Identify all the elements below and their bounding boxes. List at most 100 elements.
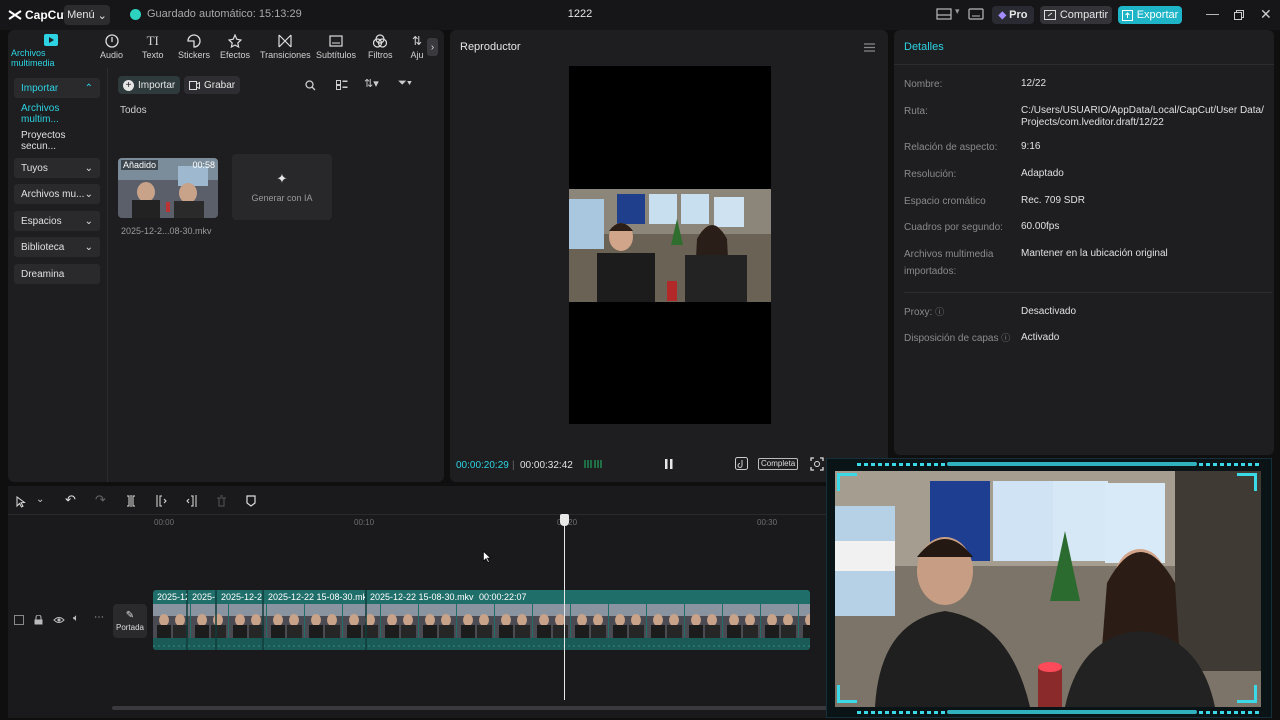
sort-icon[interactable]: ⇅▾ [364,77,379,90]
thumb-duration: 00:58 [192,160,215,170]
filter-icon[interactable]: ⏷▾ [398,77,412,90]
volume-icon[interactable]: 🔈︎ [73,613,79,624]
minimize-icon[interactable]: — [1206,6,1219,21]
time-separator: | [512,460,515,471]
lock-icon[interactable] [34,615,43,625]
app-logo: CapCut [8,8,68,22]
track-collapse-icon[interactable] [14,615,24,625]
grid-view-icon[interactable] [336,80,348,90]
adjust-icon: ⇅ [411,34,423,48]
details-value-colorspace: Rec. 709 SDR [1021,195,1085,206]
export-button[interactable]: Exportar [1118,6,1182,24]
eye-icon[interactable] [53,615,65,625]
tab-text[interactable]: TI Texto [142,34,164,61]
details-value-path: C:/Users/USUARIO/AppData/Local/CapCut/Us… [1021,105,1264,116]
chevron-down-icon: ⌄ [84,162,93,174]
details-value-fps: 60.00fps [1021,221,1060,232]
fullscreen-ratio-button[interactable]: Completa [758,458,799,470]
media-icon [44,34,58,46]
export-label: Exportar [1136,9,1179,21]
tab-label: Filtros [368,50,393,60]
details-label-layers: Disposición de capas ⓘ [904,330,1010,347]
cursor-mode-chevron-icon[interactable]: ⌄ [36,494,44,505]
project-title: 1222 [567,8,593,20]
sidebar-item-import[interactable]: Importar ⌃ [14,78,100,98]
redo-icon[interactable]: ↷ [95,492,106,508]
tab-subtitles[interactable]: Subtítulos [316,34,356,60]
subtitles-icon [329,35,343,47]
share-button[interactable]: Compartir [1040,6,1112,24]
sidebar-item-media[interactable]: Archivos multim... [14,103,100,125]
details-label-fps: Cuadros por segundo: [904,222,1003,233]
app-name: CapCut [25,8,68,22]
added-badge: Añadido [121,160,159,170]
sidebar-item-media-files[interactable]: Archivos mu... ⌄ [14,184,100,204]
undo-icon[interactable]: ↶ [65,492,76,508]
search-icon[interactable] [305,80,316,91]
details-label-imported: Archivos multimedia [904,249,994,260]
tab-stickers[interactable]: Stickers [178,34,210,60]
menu-button[interactable]: Menú ⌄ [64,5,110,25]
tab-label: Transiciones [260,50,311,60]
pro-button[interactable]: ◆ Pro [992,6,1034,24]
delete-icon[interactable] [216,495,227,507]
export-icon [1121,9,1133,21]
filters-icon [373,34,388,48]
trim-right-icon[interactable] [185,495,197,507]
playhead-handle[interactable] [560,514,569,526]
close-icon[interactable]: ✕ [1260,6,1272,23]
layout-chevron-icon[interactable]: ▾ [955,6,960,17]
generate-ai-button[interactable]: ✦ Generar con IA [232,154,332,220]
sidebar-item-spaces[interactable]: Espacios ⌄ [14,211,100,231]
mouse-cursor-icon [483,551,491,563]
split-icon[interactable] [125,495,137,507]
timeline-scrollbar[interactable] [112,706,827,710]
tab-effects[interactable]: Efectos [220,34,250,60]
record-label: Grabar [204,79,236,91]
clip-label-5: 2025-12-22 15-08-30.mkv [370,592,474,602]
chevron-down-icon: ⌄ [84,241,93,253]
details-value-path-2: Projects/com.lveditor.draft/12/22 [1021,117,1164,128]
select-cursor-icon[interactable] [16,496,26,508]
chevron-right-icon: › [430,41,435,53]
keyboard-icon[interactable] [968,8,984,20]
details-value-resolution: Adaptado [1021,168,1064,179]
more-options-icon[interactable]: ⋯ [94,612,104,623]
pause-icon[interactable] [665,459,673,469]
tab-adjust[interactable]: ⇅ Aju [408,34,426,60]
fullscreen-icon[interactable] [810,457,824,471]
tabs-scroll-right-button[interactable]: › [427,38,438,56]
info-icon[interactable]: ⓘ [935,307,944,317]
layout-icon[interactable] [936,8,952,20]
marker-icon[interactable] [246,495,256,507]
sparkle-icon: ✦ [276,171,288,186]
info-icon[interactable]: ⓘ [1001,333,1010,343]
tiktok-icon[interactable] [735,457,748,470]
playhead[interactable] [564,515,565,700]
cover-button[interactable]: ✎ Portada [113,604,147,638]
sidebar-item-secondary-projects[interactable]: Proyectos secun... [14,130,100,152]
tab-audio[interactable]: Audio [100,34,123,60]
import-button[interactable]: + Importar [118,76,181,94]
player-title: Reproductor [460,41,521,53]
pencil-icon: ✎ [125,610,135,621]
sidebar-item-label: Importar [21,82,59,94]
clip-label-4: 2025-12-22 15-08-30.mk [268,592,365,602]
record-button[interactable]: Grabar [184,76,241,94]
media-thumbnail[interactable]: Añadido 00:58 [118,158,218,218]
tab-media[interactable]: Archivos multimedia [11,34,91,68]
sidebar-item-label: Archivos mu... [21,188,85,200]
sidebar-item-library[interactable]: Biblioteca ⌄ [14,237,100,257]
restore-icon[interactable] [1234,10,1244,20]
sidebar-item-dreamina[interactable]: Dreamina [14,264,100,284]
audio-icon [104,34,119,48]
tab-label: Texto [142,50,164,60]
clip-duration: 00:00:22:07 [479,592,527,602]
hamburger-menu-icon[interactable] [864,43,875,52]
sidebar-item-yours[interactable]: Tuyos ⌄ [14,158,100,178]
tab-transitions[interactable]: Transiciones [260,34,311,60]
tab-filters[interactable]: Filtros [368,34,393,60]
trim-left-icon[interactable] [156,495,168,507]
video-canvas[interactable] [569,66,771,424]
details-label-proxy: Proxy: ⓘ [904,304,944,321]
